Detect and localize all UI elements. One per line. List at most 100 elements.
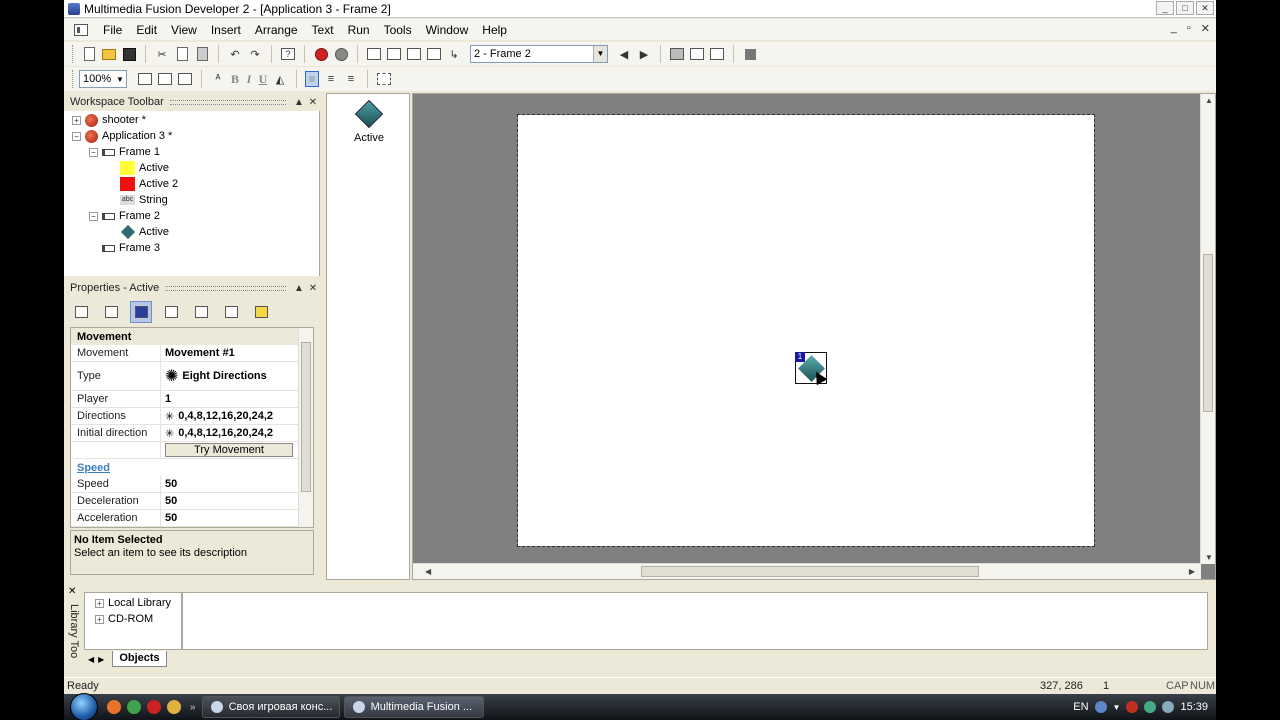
tree-item-shooter[interactable]: + shooter * bbox=[72, 112, 146, 128]
frame-editor-icon[interactable] bbox=[386, 46, 402, 62]
frame-selector[interactable]: 2 - Frame 2 ▼ bbox=[470, 45, 608, 63]
font-icon[interactable]: ᴬ bbox=[210, 71, 226, 87]
more-icon[interactable]: » bbox=[190, 702, 196, 713]
tree-item-active[interactable]: Active bbox=[120, 160, 169, 176]
volume-icon[interactable] bbox=[1162, 701, 1175, 713]
property-value[interactable]: 50 bbox=[161, 493, 299, 509]
redo-icon[interactable]: ↷ bbox=[247, 46, 263, 62]
about-tab-icon[interactable] bbox=[250, 301, 272, 323]
menu-view[interactable]: View bbox=[164, 23, 204, 37]
align-left-icon[interactable]: ≡ bbox=[305, 71, 319, 87]
mdi-close-button[interactable]: ✕ bbox=[1201, 22, 1210, 35]
copy-icon[interactable] bbox=[174, 46, 190, 62]
panel-grip[interactable] bbox=[165, 285, 286, 291]
storyboard-editor-icon[interactable] bbox=[366, 46, 382, 62]
minimize-button[interactable]: _ bbox=[1156, 1, 1174, 15]
expand-icon[interactable]: + bbox=[95, 598, 104, 608]
undo-icon[interactable]: ↶ bbox=[227, 46, 243, 62]
collapse-icon[interactable]: − bbox=[89, 211, 98, 221]
menu-run[interactable]: Run bbox=[341, 23, 377, 37]
close-button[interactable]: ✕ bbox=[1196, 1, 1214, 15]
event-editor-icon[interactable] bbox=[406, 46, 422, 62]
property-value[interactable]: Movement #1 bbox=[161, 345, 299, 361]
zoom-selector[interactable]: 100% ▼ bbox=[79, 70, 127, 88]
opera-icon[interactable] bbox=[147, 700, 161, 714]
cut-icon[interactable]: ✂ bbox=[154, 46, 170, 62]
text-color-icon[interactable]: ◭ bbox=[272, 71, 288, 87]
category-movement[interactable]: Movement bbox=[71, 328, 299, 345]
property-value-cell[interactable]: ✺ Eight Directions bbox=[161, 362, 299, 390]
clock[interactable]: 15:39 bbox=[1180, 701, 1208, 713]
next-frame-icon[interactable]: ▶ bbox=[636, 46, 652, 62]
frame-canvas[interactable]: 1 bbox=[517, 114, 1095, 547]
property-row[interactable]: Speed 50 bbox=[71, 476, 299, 493]
library-object-list[interactable] bbox=[182, 592, 1208, 650]
tab-scroll-left-icon[interactable]: ◀ bbox=[88, 655, 94, 664]
library-item-local[interactable]: + Local Library bbox=[95, 597, 171, 609]
property-value-cell[interactable]: ✳ 0,4,8,12,16,20,24,2 bbox=[161, 425, 299, 441]
property-row[interactable]: Deceleration 50 bbox=[71, 493, 299, 510]
object-item-active[interactable]: Active bbox=[341, 98, 397, 144]
bold-icon[interactable]: B bbox=[228, 72, 242, 87]
property-value[interactable]: 50 bbox=[161, 476, 299, 492]
property-row[interactable]: Acceleration 50 bbox=[71, 510, 299, 527]
toolbar-grip[interactable] bbox=[72, 45, 75, 63]
property-row[interactable]: Initial direction ✳ 0,4,8,12,16,20,24,2 bbox=[71, 425, 299, 442]
scroll-right-icon[interactable]: ▶ bbox=[1189, 567, 1195, 576]
grid-icon[interactable] bbox=[709, 46, 725, 62]
menu-file[interactable]: File bbox=[96, 23, 129, 37]
close-icon[interactable]: ✕ bbox=[68, 586, 76, 597]
try-movement-button[interactable]: Try Movement bbox=[165, 443, 293, 457]
firefox-icon[interactable] bbox=[107, 700, 121, 714]
maximize-button[interactable]: □ bbox=[1176, 1, 1194, 15]
previous-frame-icon[interactable]: ◀ bbox=[616, 46, 632, 62]
paste-icon[interactable] bbox=[194, 46, 210, 62]
tree-item-string[interactable]: abc String bbox=[120, 192, 168, 208]
tree-item-frame-3[interactable]: Frame 3 bbox=[102, 240, 160, 256]
collapse-icon[interactable]: − bbox=[72, 131, 81, 141]
chevron-down-icon[interactable]: ▼ bbox=[1113, 703, 1121, 712]
property-row[interactable]: Type ✺ Eight Directions bbox=[71, 362, 299, 391]
run-frame-icon[interactable] bbox=[333, 46, 349, 62]
category-speed[interactable]: Speed bbox=[71, 459, 299, 476]
antivirus-icon[interactable] bbox=[1126, 701, 1139, 713]
taskbar-button-mmf[interactable]: Multimedia Fusion ... bbox=[343, 696, 484, 718]
scrollbar-thumb[interactable] bbox=[641, 566, 979, 577]
underline-icon[interactable]: U bbox=[256, 72, 270, 87]
collapse-icon[interactable]: ▲ bbox=[292, 283, 306, 294]
language-indicator[interactable]: EN bbox=[1073, 701, 1088, 713]
close-icon[interactable]: ✕ bbox=[306, 97, 320, 108]
italic-icon[interactable]: I bbox=[242, 72, 256, 87]
property-row[interactable]: Player 1 bbox=[71, 391, 299, 408]
menu-insert[interactable]: Insert bbox=[204, 23, 248, 37]
mdi-minimize-button[interactable]: _ bbox=[1171, 22, 1177, 35]
tab-scroll-right-icon[interactable]: ▶ bbox=[98, 655, 104, 664]
menu-arrange[interactable]: Arrange bbox=[248, 23, 305, 37]
horizontal-scrollbar[interactable]: ◀ ▶ bbox=[413, 563, 1201, 579]
tree-item-active-frame2[interactable]: Active bbox=[120, 224, 169, 240]
menu-text[interactable]: Text bbox=[305, 23, 341, 37]
property-value-cell[interactable]: ✳ 0,4,8,12,16,20,24,2 bbox=[161, 408, 299, 424]
menu-help[interactable]: Help bbox=[475, 23, 514, 37]
run-application-icon[interactable] bbox=[313, 46, 329, 62]
data-elements-icon[interactable]: ↳ bbox=[446, 46, 462, 62]
movement-tab-icon[interactable] bbox=[130, 301, 152, 323]
save-icon[interactable] bbox=[121, 46, 137, 62]
new-icon[interactable] bbox=[81, 46, 97, 62]
expand-icon[interactable]: + bbox=[72, 115, 81, 125]
menu-tools[interactable]: Tools bbox=[377, 23, 419, 37]
property-row[interactable]: Directions ✳ 0,4,8,12,16,20,24,2 bbox=[71, 408, 299, 425]
display-tab-icon[interactable] bbox=[100, 301, 122, 323]
vertical-scrollbar[interactable]: ▲ ▼ bbox=[1200, 94, 1215, 564]
panel-grip[interactable] bbox=[169, 99, 286, 105]
taskbar-button-browser[interactable]: Своя игровая конс... bbox=[201, 696, 340, 718]
settings-tab-icon[interactable] bbox=[70, 301, 92, 323]
property-value[interactable]: 1 bbox=[161, 391, 299, 407]
scrollbar-thumb[interactable] bbox=[301, 342, 311, 492]
expand-icon[interactable]: + bbox=[95, 614, 104, 624]
scrollbar-thumb[interactable] bbox=[1203, 254, 1213, 412]
tree-item-active-2[interactable]: Active 2 bbox=[120, 176, 178, 192]
runtime-tab-icon[interactable] bbox=[160, 301, 182, 323]
help-icon[interactable]: ? bbox=[280, 46, 296, 62]
collapse-icon[interactable]: − bbox=[89, 147, 98, 157]
